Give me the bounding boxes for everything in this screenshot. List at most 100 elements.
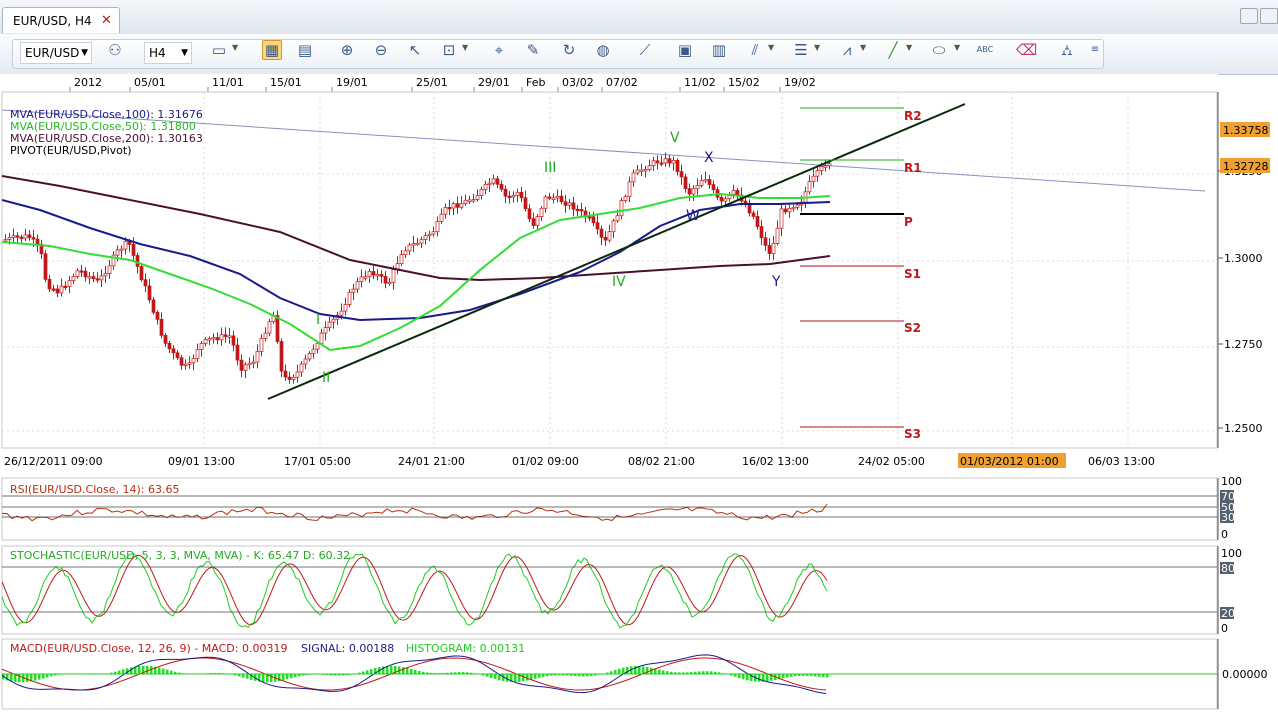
chevron-down-icon[interactable]: ▼ <box>232 43 238 52</box>
tab-eurusd-h4[interactable]: EUR/USD, H4 ✕ <box>2 7 120 33</box>
candle-body <box>611 220 616 233</box>
candle-body <box>587 216 592 219</box>
candle-body <box>275 315 280 342</box>
horizontal-lines-icon[interactable]: ☰ <box>792 41 810 59</box>
candle-body <box>311 348 316 354</box>
macd-histogram-bar <box>282 674 285 681</box>
candle-body <box>431 231 436 235</box>
macd-histogram-bar <box>270 674 273 683</box>
macd-histogram-bar <box>34 674 37 681</box>
close-tab-icon[interactable]: ✕ <box>101 8 112 34</box>
macd-histogram-bar <box>746 674 749 681</box>
macd-histogram-bar <box>490 674 493 678</box>
candle-body <box>199 343 204 350</box>
candle-body <box>631 172 636 183</box>
legend-pivot: PIVOT(EUR/USD,Pivot) <box>10 144 132 157</box>
wave-label: Y <box>771 274 781 290</box>
candle-body <box>523 197 528 210</box>
symbol-select[interactable]: EUR/USD ▼ <box>20 42 92 64</box>
zoom-area-icon[interactable]: ⊡ <box>440 41 458 59</box>
candle-body <box>159 319 164 336</box>
candle-body <box>323 327 328 334</box>
bottom-date-label: 01/03/2012 01:00 <box>960 455 1059 468</box>
close-window-button[interactable] <box>1260 8 1278 24</box>
candle-body <box>219 334 224 341</box>
chart-area[interactable]: 2012 05/01 11/01 15/01 19/01 25/01 29/01 Feb 03/… <box>0 74 1278 713</box>
candle-body <box>103 273 108 277</box>
macd-histogram-bar <box>662 670 665 674</box>
bottom-date-label: 09/01 13:00 <box>168 455 235 468</box>
crosshair-icon[interactable]: ⌖ <box>490 41 508 59</box>
candle-body <box>571 202 576 210</box>
text-tool-icon[interactable]: ABC <box>976 41 994 59</box>
candle-body <box>391 269 396 283</box>
candle-body <box>519 191 524 199</box>
candle-body <box>483 183 488 190</box>
pointer-icon[interactable]: ↖ <box>406 41 424 59</box>
pivot-label: S2 <box>904 321 921 335</box>
candle-body <box>503 188 508 197</box>
macd-histogram-bar <box>162 668 165 674</box>
stochastic-title: STOCHASTIC(EUR/USD, 5, 3, 3, MVA, MVA) -… <box>10 549 350 562</box>
rsi-axis-label: 0 <box>1221 528 1228 541</box>
candlestick-icon[interactable]: ▦ <box>262 40 282 60</box>
rsi-panel <box>1 477 1218 541</box>
wave-label: IV <box>612 274 626 290</box>
macd-histogram-bar <box>286 674 289 680</box>
chevron-down-icon[interactable]: ▼ <box>814 43 820 52</box>
timeframe-select[interactable]: H4 ▼ <box>144 42 192 64</box>
candle-body <box>135 255 140 267</box>
candle-body <box>783 208 788 213</box>
hierarchy-icon[interactable]: ⛼ <box>1058 41 1076 59</box>
zoom-in-icon[interactable]: ⊕ <box>338 41 356 59</box>
chart-type-icon[interactable]: ▭ <box>210 41 228 59</box>
wave-label: W <box>686 208 700 224</box>
chevron-down-icon[interactable]: ▼ <box>954 43 960 52</box>
chevron-down-icon[interactable]: ▼ <box>462 43 468 52</box>
image-icon[interactable]: ▣ <box>676 41 694 59</box>
candle-body <box>155 312 160 320</box>
chevron-down-icon[interactable]: ▼ <box>768 43 774 52</box>
macd-histogram-bar <box>626 666 629 674</box>
edit-chart-icon[interactable]: ✎ <box>524 41 542 59</box>
candle-body <box>459 203 464 208</box>
candle-body <box>143 279 148 287</box>
fan-lines-icon[interactable]: ⩘ <box>838 41 856 59</box>
chevron-down-icon[interactable]: ▼ <box>860 43 866 52</box>
ellipse-icon[interactable]: ⬭ <box>930 41 948 59</box>
ruler-icon[interactable]: ⟋ <box>636 41 654 59</box>
candle-body <box>599 228 604 238</box>
restore-window-button[interactable] <box>1240 8 1258 24</box>
candle-body <box>467 199 472 202</box>
top-date-label: 05/01 <box>134 76 166 89</box>
candle-body <box>415 242 420 246</box>
macd-histogram-bar <box>246 674 249 679</box>
rsi-axis-label: 30 <box>1221 511 1235 524</box>
candle-body <box>187 362 192 365</box>
candle-body <box>575 208 580 212</box>
tab-title: EUR/USD, H4 <box>13 14 92 28</box>
zoom-out-icon[interactable]: ⊖ <box>372 41 390 59</box>
bottom-date-label: 17/01 05:00 <box>284 455 351 468</box>
candle-body <box>591 216 596 224</box>
candle-body <box>91 276 96 280</box>
candle-body <box>223 334 228 337</box>
refresh-icon[interactable]: ↻ <box>560 41 578 59</box>
top-date-label: 11/01 <box>212 76 244 89</box>
candle-body <box>731 190 736 195</box>
drawing-tools-icon[interactable]: ⫽ <box>746 41 764 59</box>
trendline-icon[interactable]: ╱ <box>884 41 902 59</box>
chevron-down-icon[interactable]: ▼ <box>906 43 912 52</box>
eraser-icon[interactable]: ⌫ <box>1016 41 1037 59</box>
candle-body <box>827 163 832 167</box>
macd-title-main: MACD(EUR/USD.Close, 12, 26, 9) - MACD: 0… <box>10 642 287 655</box>
more-options-icon[interactable]: ≡ <box>1086 41 1104 59</box>
candle-body <box>207 338 212 341</box>
candle-body <box>179 357 184 366</box>
template-icon[interactable]: ▥ <box>710 41 728 59</box>
candle-body <box>647 165 652 170</box>
candle-body <box>19 236 24 240</box>
bar-chart-icon[interactable]: ▤ <box>296 41 314 59</box>
link-icon[interactable]: ⚇ <box>106 41 124 59</box>
globe-icon[interactable]: ◍ <box>594 41 612 59</box>
